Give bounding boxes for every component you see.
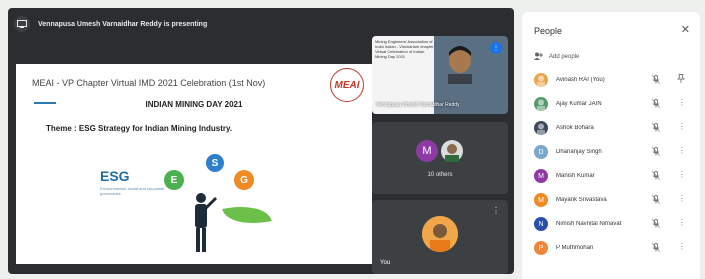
others-avatars: M [416, 140, 463, 162]
participant-avatar [534, 73, 548, 87]
theme-label: Theme : [46, 124, 77, 133]
slide-heading: INDIAN MINING DAY 2021 [145, 100, 243, 109]
more-options-icon[interactable]: ⋮ [678, 242, 686, 251]
mic-off-icon[interactable] [652, 219, 660, 230]
participant-row[interactable]: M Mayank Srivastava ⋮ [522, 188, 700, 212]
participant-avatar: D [534, 145, 548, 159]
self-avatar [422, 216, 458, 252]
others-tile[interactable]: M 10 others [372, 122, 508, 194]
esg-bubble-e: E [164, 170, 184, 190]
esg-title: ESG [100, 168, 130, 184]
close-icon[interactable]: ✕ [681, 23, 690, 36]
people-panel: People ✕ Add people Avinash RAI (You) Aja… [522, 12, 700, 279]
pin-icon[interactable] [676, 74, 686, 85]
participant-name: Dhananjay Singh [556, 149, 602, 155]
self-tile-more-icon[interactable]: ⋮ [492, 206, 500, 215]
leaf-graphic [222, 199, 272, 231]
speaker-background-text: Mining Engineers' Association of India I… [375, 39, 434, 59]
mic-off-icon[interactable] [652, 123, 660, 134]
businessman-figure [195, 193, 218, 252]
participant-name: P Muthmohan [556, 245, 594, 251]
presenting-banner: Vennapusa Umesh Varnaidhar Reddy is pres… [14, 14, 484, 34]
mic-off-icon[interactable] [652, 147, 660, 158]
participant-row[interactable]: Ashok Bohara ⋮ [522, 116, 700, 140]
more-options-icon[interactable]: ⋮ [678, 218, 686, 227]
slide-title: MEAI - VP Chapter Virtual IMD 2021 Celeb… [32, 78, 266, 88]
speaker-name: Vennapusa Umesh Varnaidhar Reddy [376, 102, 460, 108]
meai-logo-text: MEAI [334, 79, 360, 91]
participant-avatar: P [534, 241, 548, 255]
present-screen-icon [14, 16, 30, 32]
speaking-indicator-icon: ⋮ [490, 42, 502, 54]
shared-slide: MEAI - VP Chapter Virtual IMD 2021 Celeb… [16, 64, 372, 264]
esg-bubble-s: S [206, 154, 224, 172]
participant-row[interactable]: M Manish Kumar ⋮ [522, 164, 700, 188]
participant-name: Manish Kumar [556, 173, 595, 179]
esg-subtitle: Environmental, social and corporate gove… [100, 186, 164, 196]
participant-name: Avinash RAI (You) [556, 77, 605, 83]
presenting-text: Vennapusa Umesh Varnaidhar Reddy is pres… [38, 20, 208, 28]
participant-name: Ajay Kumar JAIN [556, 101, 602, 107]
meai-logo: MEAI [330, 68, 364, 102]
participant-avatar: M [534, 193, 548, 207]
self-tile[interactable]: ⋮ You [372, 200, 508, 274]
self-label: You [380, 260, 391, 266]
participant-name: Mayank Srivastava [556, 197, 607, 203]
participant-row[interactable]: Ajay Kumar JAIN ⋮ [522, 92, 700, 116]
more-options-icon[interactable]: ⋮ [678, 194, 686, 203]
more-options-icon[interactable]: ⋮ [678, 98, 686, 107]
others-avatar-photo [441, 140, 463, 162]
add-person-icon [534, 52, 543, 62]
add-people-label: Add people [549, 54, 580, 60]
mic-off-icon[interactable] [652, 171, 660, 182]
mic-off-icon[interactable] [652, 75, 660, 86]
participant-avatar: N [534, 217, 548, 231]
participant-list: Avinash RAI (You) Ajay Kumar JAIN ⋮ Ashok B… [522, 68, 700, 260]
participant-row[interactable]: P P Muthmohan ⋮ [522, 236, 700, 260]
participant-name: Nimish Navnital Nimavat [556, 221, 622, 227]
participant-row[interactable]: D Dhananjay Singh ⋮ [522, 140, 700, 164]
speaker-face [448, 46, 472, 84]
slide-theme: Theme : ESG Strategy for Indian Mining I… [46, 124, 232, 133]
add-people-button[interactable]: Add people [534, 52, 579, 62]
mic-off-icon[interactable] [652, 243, 660, 254]
theme-value: ESG Strategy for Indian Mining Industry. [78, 124, 233, 133]
mic-off-icon[interactable] [652, 99, 660, 110]
speaker-video-tile[interactable]: Mining Engineers' Association of India I… [372, 36, 508, 114]
participant-avatar [534, 97, 548, 111]
more-options-icon[interactable]: ⋮ [678, 146, 686, 155]
others-count-label: 10 others [427, 172, 453, 178]
mic-off-icon[interactable] [652, 195, 660, 206]
participant-avatar: M [534, 169, 548, 183]
esg-bubble-g: G [234, 170, 254, 190]
others-avatar-letter: M [416, 140, 438, 162]
participant-row[interactable]: N Nimish Navnital Nimavat ⋮ [522, 212, 700, 236]
participant-name: Ashok Bohara [556, 125, 594, 131]
more-options-icon[interactable]: ⋮ [678, 170, 686, 179]
participant-row[interactable]: Avinash RAI (You) [522, 68, 700, 92]
people-panel-title: People [534, 26, 563, 36]
participant-avatar [534, 121, 548, 135]
more-options-icon[interactable]: ⋮ [678, 122, 686, 131]
